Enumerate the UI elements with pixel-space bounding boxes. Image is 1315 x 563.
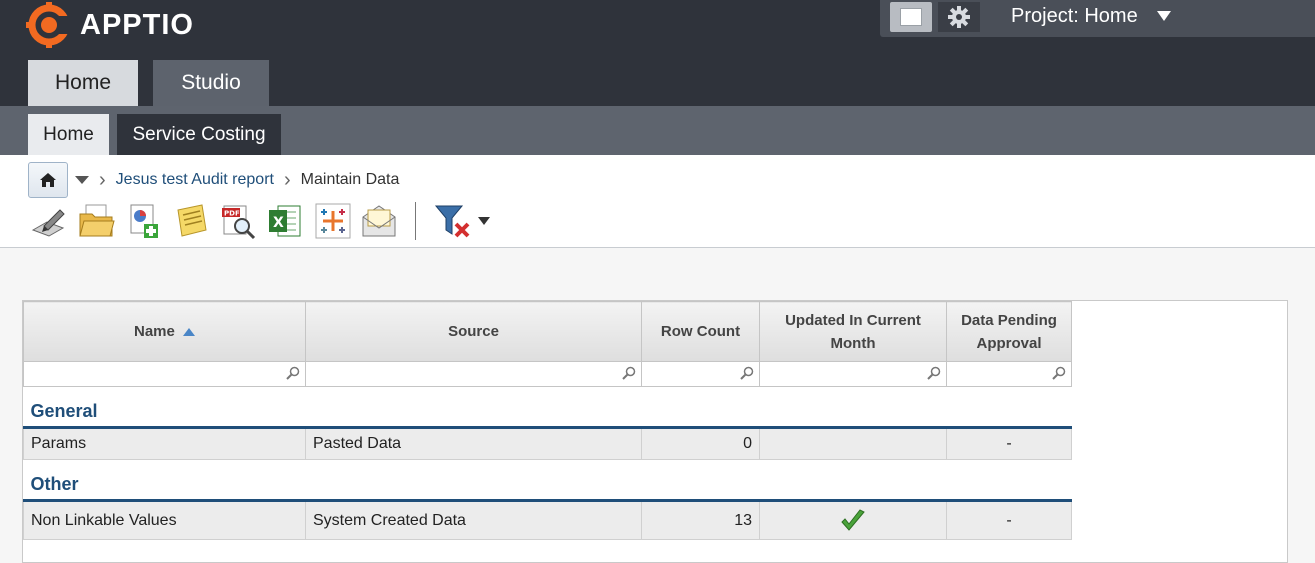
home-icon	[40, 173, 56, 187]
column-header-label: Updated In Current Month	[785, 311, 921, 352]
cell-updated	[759, 500, 947, 540]
filter-row	[23, 361, 1072, 387]
cell-name: Params	[23, 427, 306, 460]
column-header-updated[interactable]: Updated In Current Month	[759, 301, 947, 362]
window-icon	[901, 9, 921, 25]
breadcrumb: › Jesus test Audit report › Maintain Dat…	[28, 162, 399, 198]
breadcrumb-link-report[interactable]: Jesus test Audit report	[116, 171, 274, 189]
subtab-service-costing[interactable]: Service Costing	[117, 114, 281, 155]
toolbar-divider	[415, 202, 416, 240]
tab-home[interactable]: Home	[28, 60, 138, 106]
open-folder-icon[interactable]	[78, 202, 116, 240]
app-header: APPTIO Project: Home Home Studio	[0, 0, 1315, 106]
search-icon	[622, 366, 636, 380]
column-header-pending[interactable]: Data Pending Approval	[946, 301, 1072, 362]
group-row-general[interactable]: General	[23, 386, 1072, 429]
edit-icon[interactable]	[30, 202, 68, 240]
tableau-icon[interactable]	[314, 202, 352, 240]
search-icon	[740, 366, 754, 380]
cell-source: System Created Data	[305, 500, 642, 540]
chevron-right-icon: ›	[283, 169, 291, 191]
excel-export-icon[interactable]: X	[266, 202, 304, 240]
search-icon	[286, 366, 300, 380]
apptio-logo[interactable]: APPTIO	[26, 2, 194, 48]
filter-updated-input[interactable]	[759, 361, 947, 387]
cell-name: Non Linkable Values	[23, 500, 306, 540]
cell-updated	[759, 427, 947, 460]
notes-icon[interactable]	[172, 202, 210, 240]
header-row: Name Source Row Count Updated In Current…	[23, 301, 1072, 362]
chevron-down-icon[interactable]	[1157, 11, 1171, 21]
sort-ascending-icon	[183, 328, 196, 337]
sub-tab-bar: Home Service Costing	[0, 106, 1315, 155]
filter-pending-input[interactable]	[946, 361, 1072, 387]
gear-icon	[948, 6, 970, 28]
checkmark-icon	[841, 508, 865, 531]
search-icon	[1052, 366, 1066, 380]
table-row[interactable]: Non Linkable Values System Created Data …	[23, 500, 1072, 540]
table-row[interactable]: Params Pasted Data 0 -	[23, 427, 1072, 460]
cell-row-count: 13	[641, 500, 760, 540]
column-header-row-count[interactable]: Row Count	[641, 301, 760, 362]
project-panel: Project: Home	[880, 0, 1315, 37]
add-chart-icon[interactable]	[126, 202, 164, 240]
group-label: Other	[23, 459, 1072, 502]
svg-text:X: X	[273, 215, 284, 231]
cell-pending: -	[946, 427, 1072, 460]
column-header-label: Name	[133, 323, 175, 340]
group-row-other[interactable]: Other	[23, 459, 1072, 502]
breadcrumb-current: Maintain Data	[300, 171, 400, 188]
svg-text:PDF: PDF	[224, 210, 240, 218]
group-label: General	[23, 386, 1072, 429]
apptio-logo-icon	[26, 2, 72, 48]
cell-row-count: 0	[641, 427, 760, 460]
home-button[interactable]	[28, 162, 68, 198]
chevron-right-icon: ›	[99, 169, 106, 191]
email-icon[interactable]	[360, 202, 398, 240]
window-button[interactable]	[890, 2, 932, 32]
brand-name: APPTIO	[80, 8, 194, 41]
clear-filter-icon[interactable]	[434, 202, 476, 240]
filter-row-count-input[interactable]	[641, 361, 760, 387]
data-grid: Name Source Row Count Updated In Current…	[23, 301, 1072, 540]
cell-source: Pasted Data	[305, 427, 642, 460]
subtab-home[interactable]: Home	[28, 114, 109, 155]
cell-pending: -	[946, 500, 1072, 540]
column-header-source[interactable]: Source	[305, 301, 642, 362]
settings-button[interactable]	[938, 2, 980, 32]
tab-studio[interactable]: Studio	[153, 60, 269, 106]
filter-source-input[interactable]	[305, 361, 642, 387]
column-header-label: Data Pending Approval	[961, 311, 1057, 352]
search-icon	[927, 366, 941, 380]
filter-name-input[interactable]	[23, 361, 306, 387]
pdf-preview-icon[interactable]: PDF	[220, 202, 258, 240]
project-selector[interactable]: Project: Home	[1011, 5, 1138, 28]
column-header-name[interactable]: Name	[23, 301, 306, 362]
chevron-down-icon[interactable]	[478, 217, 490, 225]
chevron-down-icon[interactable]	[75, 176, 89, 184]
